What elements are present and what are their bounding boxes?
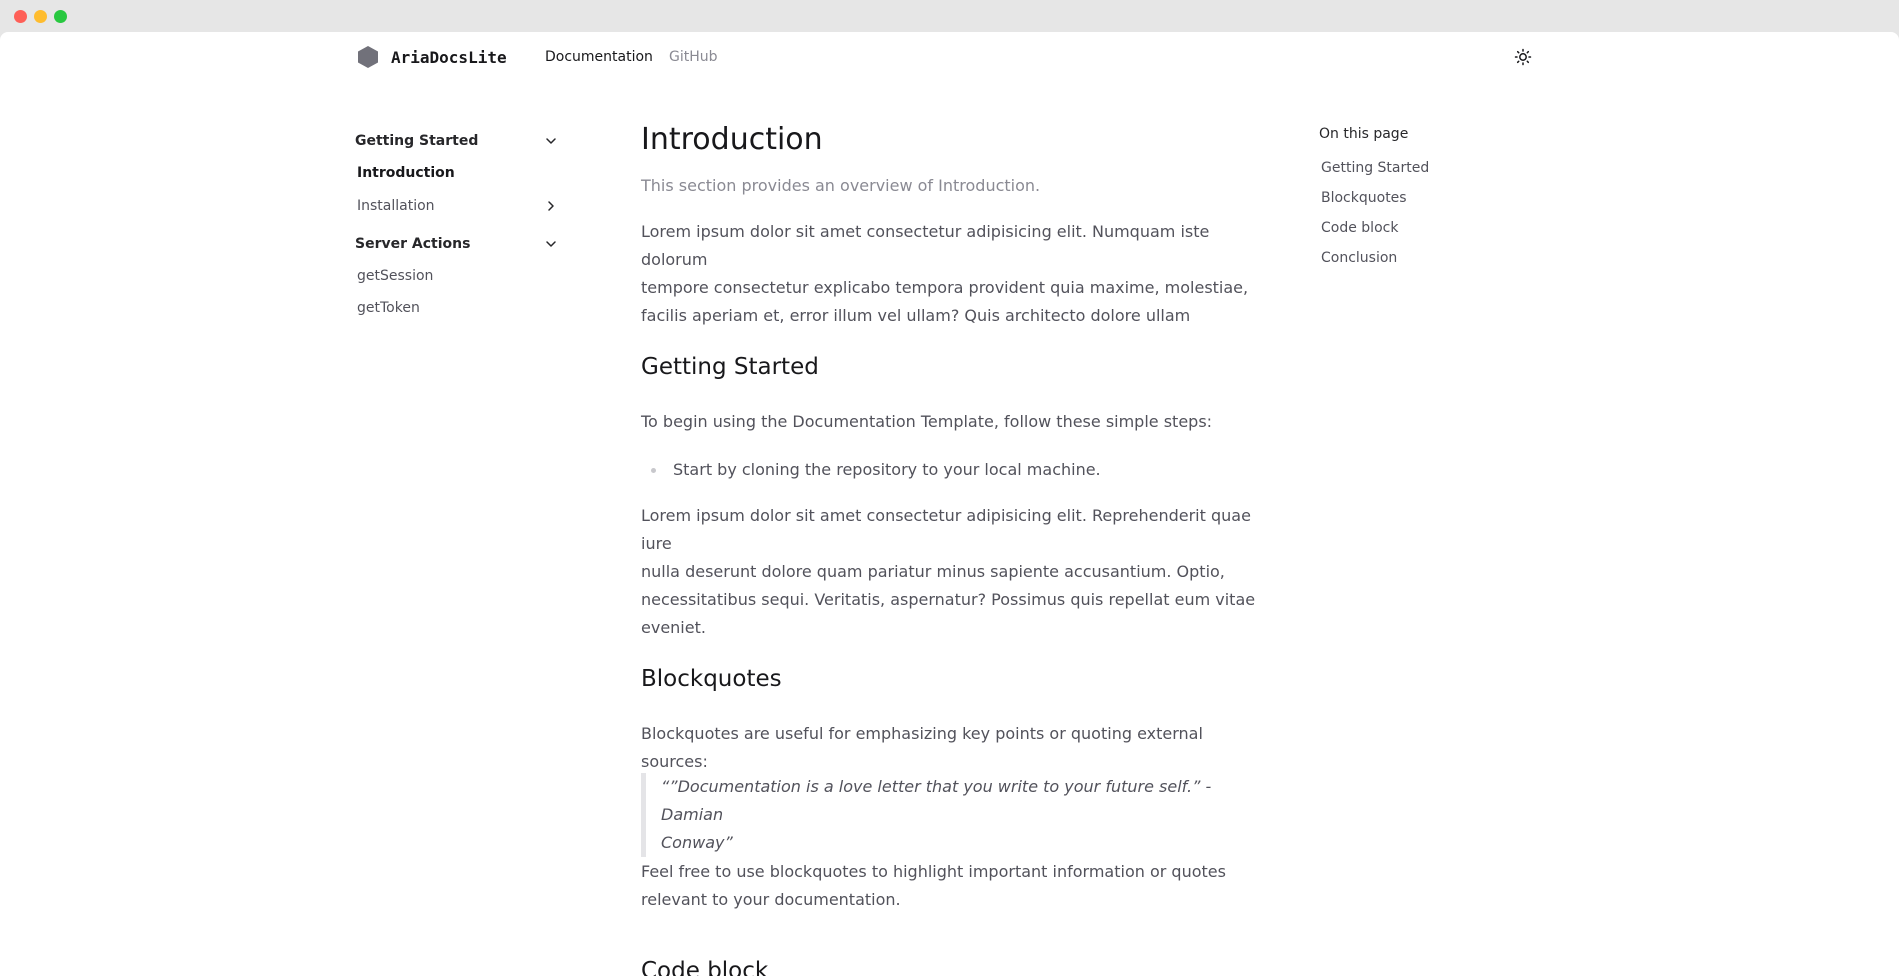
heading-blockquotes: Blockquotes xyxy=(641,666,782,692)
text-line: tempore consectetur explicabo tempora pr… xyxy=(641,278,1249,297)
text-line: Lorem ipsum dolor sit amet consectetur a… xyxy=(641,506,1251,553)
bullet-marker xyxy=(651,468,656,473)
toc-item-conclusion[interactable]: Conclusion xyxy=(1321,250,1397,266)
minimize-window-button[interactable] xyxy=(34,10,47,23)
sidebar-item-getsession[interactable]: getSession xyxy=(357,268,433,284)
text-line: Feel free to use blockquotes to highligh… xyxy=(641,862,1226,881)
sidebar-section-server-actions[interactable]: Server Actions xyxy=(355,236,470,252)
quote-line: “”Documentation is a love letter that yo… xyxy=(661,777,1212,824)
sidebar-item-installation[interactable]: Installation xyxy=(357,198,435,214)
chevron-right-icon[interactable] xyxy=(544,199,558,213)
heading-code-block: Code block xyxy=(641,958,769,976)
text-line: Lorem ipsum dolor sit amet consectetur a… xyxy=(641,222,1210,269)
page-subtitle: This section provides an overview of Int… xyxy=(641,176,1041,195)
sidebar-section-getting-started[interactable]: Getting Started xyxy=(355,133,478,149)
brand-name[interactable]: AriaDocsLite xyxy=(391,48,507,67)
text-line: facilis aperiam et, error illum vel ulla… xyxy=(641,306,1191,325)
text-line: To begin using the Documentation Templat… xyxy=(641,412,1213,431)
getting-started-body: Lorem ipsum dolor sit amet consectetur a… xyxy=(641,502,1271,642)
text-line: relevant to your documentation. xyxy=(641,890,901,909)
text-line: eveniet. xyxy=(641,618,706,637)
chevron-down-icon[interactable] xyxy=(544,237,558,251)
intro-paragraph: Lorem ipsum dolor sit amet consectetur a… xyxy=(641,218,1271,330)
blockquotes-lead: Blockquotes are useful for emphasizing k… xyxy=(641,720,1271,776)
window-titlebar xyxy=(0,0,1899,32)
text-line: necessitatibus sequi. Veritatis, asperna… xyxy=(641,590,1256,609)
text-line: nulla deserunt dolore quam pariatur minu… xyxy=(641,562,1225,581)
heading-getting-started: Getting Started xyxy=(641,354,819,380)
getting-started-lead: To begin using the Documentation Templat… xyxy=(641,408,1271,436)
sidebar-item-introduction[interactable]: Introduction xyxy=(357,165,455,181)
page-title: Introduction xyxy=(641,122,823,157)
toc-title: On this page xyxy=(1319,126,1409,142)
nav-documentation-link[interactable]: Documentation xyxy=(545,49,653,65)
toc-item-code-block[interactable]: Code block xyxy=(1321,220,1398,236)
sidebar-item-gettoken[interactable]: getToken xyxy=(357,300,420,316)
browser-window: AriaDocsLite Documentation GitHub Gettin… xyxy=(0,32,1899,976)
blockquote: “”Documentation is a love letter that yo… xyxy=(641,773,1271,857)
close-window-button[interactable] xyxy=(14,10,27,23)
list-item: Start by cloning the repository to your … xyxy=(673,460,1101,479)
toc-item-getting-started[interactable]: Getting Started xyxy=(1321,160,1429,176)
blockquotes-after: Feel free to use blockquotes to highligh… xyxy=(641,858,1271,914)
quote-line: Conway” xyxy=(661,833,733,852)
chevron-down-icon[interactable] xyxy=(544,134,558,148)
text-line: Blockquotes are useful for emphasizing k… xyxy=(641,724,1203,771)
toc-item-blockquotes[interactable]: Blockquotes xyxy=(1321,190,1407,206)
nav-github-link[interactable]: GitHub xyxy=(669,49,718,65)
sun-icon[interactable] xyxy=(1514,48,1532,66)
hexagon-logo-icon[interactable] xyxy=(356,45,380,69)
zoom-window-button[interactable] xyxy=(54,10,67,23)
